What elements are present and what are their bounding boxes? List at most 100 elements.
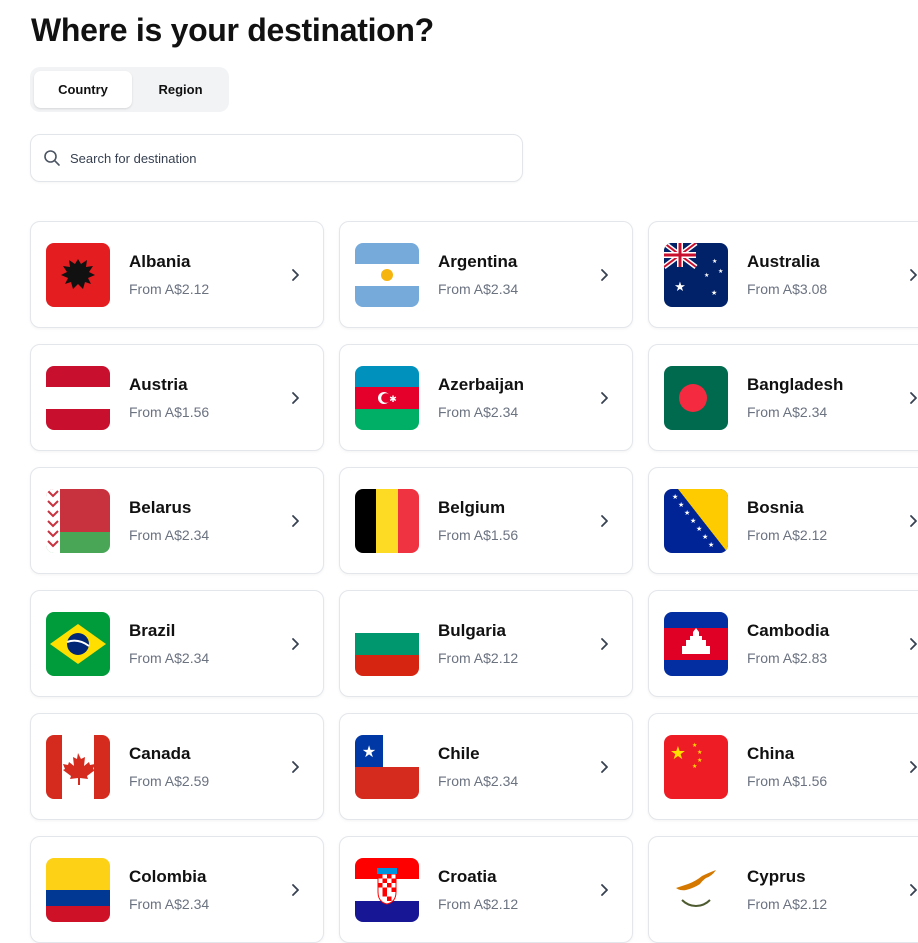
country-name: China [747,744,795,763]
country-card-azerbaijan[interactable]: ✱ Azerbaijan From A$2.34 [339,344,633,451]
chevron-right-icon [601,638,608,650]
belgium-flag-icon [355,488,419,553]
country-name: Bangladesh [747,375,844,394]
argentina-flag-icon [355,242,419,307]
croatia-flag-icon [355,857,419,922]
country-grid: Albania From A$2.12 Argentina From A$2.3… [30,221,918,943]
country-price: From A$1.56 [129,404,210,420]
country-card-argentina[interactable]: Argentina From A$2.34 [339,221,633,328]
country-card-bulgaria[interactable]: Bulgaria From A$2.12 [339,590,633,697]
svg-text:★: ★ [696,525,702,533]
country-price: From A$2.34 [129,650,210,666]
svg-text:★: ★ [712,258,717,265]
svg-text:★: ★ [362,742,376,761]
chevron-right-icon [601,269,608,281]
svg-text:★: ★ [697,749,702,756]
chevron-right-icon [292,269,299,281]
country-price: From A$3.08 [747,281,828,297]
svg-text:★: ★ [704,272,709,279]
country-name: Canada [129,744,191,763]
chevron-right-icon [292,515,299,527]
country-name: Argentina [438,252,518,271]
svg-text:★: ★ [711,289,717,297]
country-price: From A$2.34 [438,281,519,297]
cambodia-flag-icon [664,611,728,676]
country-name: Australia [747,252,820,271]
country-card-austria[interactable]: Austria From A$1.56 [30,344,324,451]
chevron-right-icon [601,761,608,773]
country-card-croatia[interactable]: Croatia From A$2.12 [339,836,633,943]
svg-text:★: ★ [678,501,684,509]
belarus-flag-icon [46,488,110,553]
chevron-right-icon [292,392,299,404]
country-name: Bosnia [747,498,804,517]
country-name: Croatia [438,867,497,886]
country-card-australia[interactable]: ★ ★ ★ ★ ★ Australia From A$3.08 [648,221,918,328]
chevron-right-icon [601,515,608,527]
azerbaijan-flag-icon: ✱ [355,365,419,430]
country-card-brazil[interactable]: Brazil From A$2.34 [30,590,324,697]
country-price: From A$2.12 [438,650,519,666]
country-name: Cambodia [747,621,830,640]
search-box [30,134,523,182]
country-card-cambodia[interactable]: Cambodia From A$2.83 [648,590,918,697]
cyprus-flag-icon [664,857,728,922]
country-card-canada[interactable]: Canada From A$2.59 [30,713,324,820]
bosnia-flag-icon: ★ ★ ★ ★ ★ ★ ★ [664,488,728,553]
country-name: Cyprus [747,867,806,886]
country-name: Azerbaijan [438,375,524,394]
country-price: From A$2.34 [129,527,210,543]
country-name: Belgium [438,498,506,517]
bulgaria-flag-icon [355,611,419,676]
svg-text:★: ★ [692,742,697,749]
svg-text:★: ★ [692,763,697,770]
country-card-chile[interactable]: ★ Chile From A$2.34 [339,713,633,820]
brazil-flag-icon [46,611,110,676]
country-price: From A$1.56 [747,773,828,789]
page-title: Where is your destination? [31,12,434,48]
country-price: From A$2.34 [747,404,828,420]
svg-text:★: ★ [684,509,690,517]
svg-text:★: ★ [702,533,708,541]
destination-type-toggle: Country Region [30,67,229,112]
tab-region[interactable]: Region [136,71,225,108]
country-card-albania[interactable]: Albania From A$2.12 [30,221,324,328]
bangladesh-flag-icon [664,365,728,430]
country-card-colombia[interactable]: Colombia From A$2.34 [30,836,324,943]
chevron-right-icon [601,884,608,896]
country-name: Chile [438,744,480,763]
country-price: From A$2.83 [747,650,828,666]
country-price: From A$1.56 [438,527,519,543]
search-input[interactable] [70,150,522,166]
country-name: Brazil [129,621,176,640]
austria-flag-icon [46,365,110,430]
country-name: Colombia [129,867,207,886]
svg-text:★: ★ [674,280,686,295]
country-name: Bulgaria [438,621,507,640]
chevron-right-icon [910,884,917,896]
search-icon [43,149,61,167]
chile-flag-icon: ★ [355,734,419,799]
country-card-china[interactable]: ★ ★ ★ ★ ★ China From A$1.56 [648,713,918,820]
chevron-right-icon [292,884,299,896]
country-card-belarus[interactable]: Belarus From A$2.34 [30,467,324,574]
svg-text:★: ★ [670,743,686,764]
country-name: Austria [129,375,188,394]
country-price: From A$2.12 [747,527,828,543]
china-flag-icon: ★ ★ ★ ★ ★ [664,734,728,799]
albania-flag-icon [46,242,110,307]
svg-text:★: ★ [690,517,696,525]
chevron-right-icon [292,761,299,773]
country-card-bangladesh[interactable]: Bangladesh From A$2.34 [648,344,918,451]
country-card-belgium[interactable]: Belgium From A$1.56 [339,467,633,574]
country-price: From A$2.12 [438,896,519,912]
country-card-cyprus[interactable]: Cyprus From A$2.12 [648,836,918,943]
chevron-right-icon [910,269,917,281]
country-card-bosnia[interactable]: ★ ★ ★ ★ ★ ★ ★ Bosnia From A$2.12 [648,467,918,574]
chevron-right-icon [910,638,917,650]
svg-text:★: ★ [718,268,723,275]
country-name: Belarus [129,498,192,517]
svg-text:★: ★ [708,541,714,549]
tab-country[interactable]: Country [34,71,132,108]
svg-text:★: ★ [697,757,702,764]
